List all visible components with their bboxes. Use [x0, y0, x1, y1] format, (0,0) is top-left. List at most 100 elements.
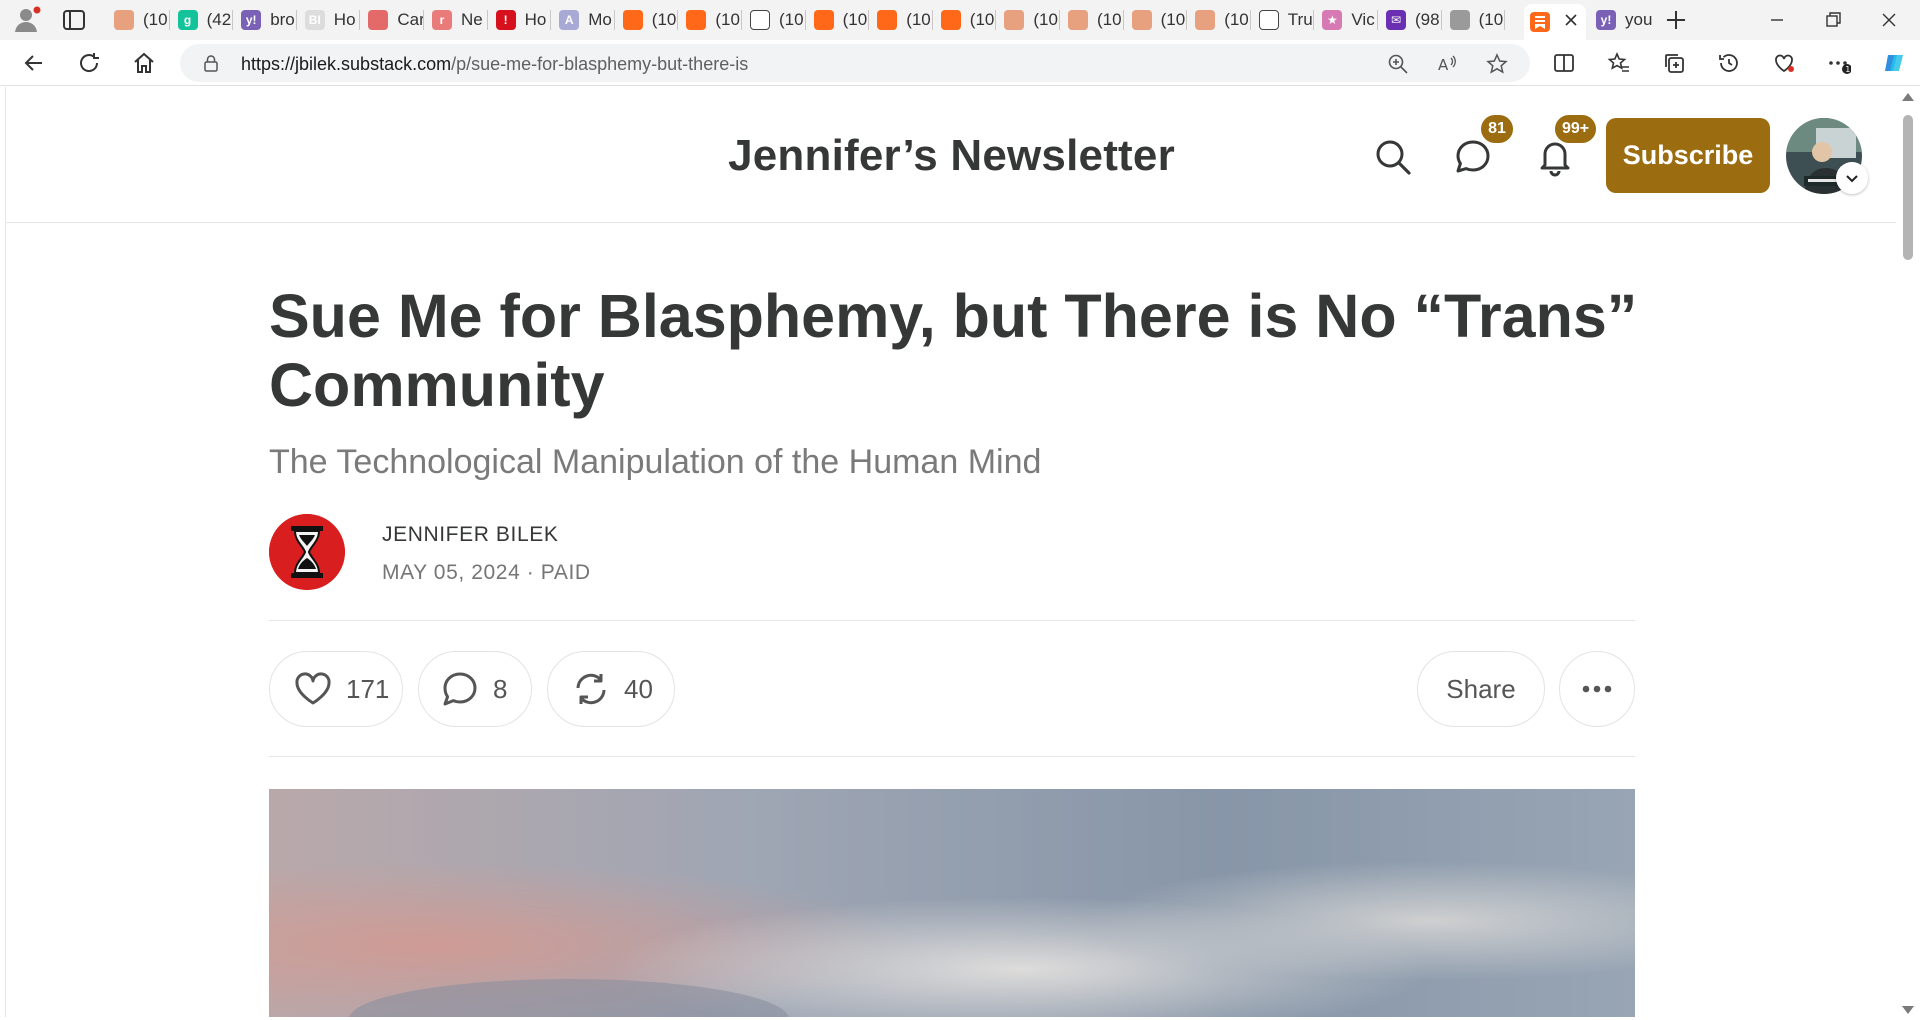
scroll-up-arrow-icon[interactable] [1902, 93, 1914, 101]
browser-tab[interactable]: (10 [1062, 4, 1124, 36]
subscribe-button[interactable]: Subscribe [1606, 118, 1770, 193]
copilot-icon[interactable] [1882, 51, 1906, 75]
svg-text:A: A [1438, 56, 1449, 74]
tab-label: you [1625, 10, 1652, 29]
collections-icon[interactable] [1662, 51, 1686, 75]
tab-separator [613, 10, 615, 30]
refresh-icon[interactable] [77, 51, 101, 75]
tab-active[interactable] [1524, 4, 1586, 40]
share-button[interactable]: Share [1417, 651, 1545, 727]
browser-toolbar: https://jbilek.substack.com/p/sue-me-for… [0, 40, 1920, 86]
read-aloud-icon[interactable]: A [1436, 53, 1458, 75]
address-bar[interactable]: https://jbilek.substack.com/p/sue-me-for… [180, 44, 1530, 82]
favorite-star-icon[interactable] [1486, 53, 1508, 75]
split-screen-icon[interactable] [1552, 51, 1576, 75]
heart-icon [295, 672, 331, 705]
tab-label: Tru [1287, 10, 1313, 29]
more-menu-icon[interactable]: 1 [1827, 51, 1851, 75]
browser-tab[interactable]: (10 [744, 4, 806, 36]
minimize-icon[interactable] [1767, 10, 1787, 30]
divider [269, 756, 1635, 757]
tab-favicon-icon: BI [304, 10, 325, 30]
back-icon[interactable] [22, 51, 46, 75]
profile-icon[interactable] [12, 6, 42, 34]
browser-tab[interactable]: r Ne [426, 4, 488, 36]
browser-tab[interactable]: (10 [1126, 4, 1188, 36]
favorites-icon[interactable] [1607, 51, 1631, 75]
scrollbar-thumb[interactable] [1903, 115, 1913, 260]
divider [269, 620, 1635, 621]
tab-actions-icon[interactable] [62, 9, 86, 31]
tab-favicon-icon [1131, 10, 1152, 30]
scroll-down-arrow-icon[interactable] [1902, 1006, 1914, 1014]
tab-favicon-icon [940, 10, 961, 30]
tab-label: Ne [461, 10, 483, 29]
browser-tab[interactable]: ★ Vic [1316, 4, 1378, 36]
tab-favicon-icon [1068, 10, 1088, 30]
site-header: Jennifer’s Newsletter 81 99+ Subscribe [6, 87, 1896, 223]
page-scrollbar[interactable] [1896, 87, 1920, 1020]
author-name[interactable]: JENNIFER BILEK [382, 523, 558, 547]
tab-favicon-icon [1449, 10, 1470, 30]
tab-label: (42 [206, 10, 232, 29]
browser-tab[interactable]: (10 [617, 4, 679, 36]
tab-label: (10 [906, 10, 931, 29]
tab-label: (10 [715, 10, 740, 29]
tab-separator [804, 10, 806, 30]
browser-tab[interactable]: ! Ho [490, 4, 552, 36]
restack-button[interactable]: 40 [547, 651, 675, 727]
browser-tab[interactable]: (10 [1189, 4, 1251, 36]
post-title: Sue Me for Blasphemy, but There is No “T… [269, 282, 1638, 419]
browser-tab[interactable]: (10 [998, 4, 1060, 36]
close-window-icon[interactable] [1879, 10, 1899, 30]
browser-tab[interactable]: (10 [808, 4, 870, 36]
tab-separator [295, 10, 297, 30]
tab-yahoo[interactable]: y! you [1590, 4, 1652, 36]
browser-tab[interactable]: Tru [1253, 4, 1315, 36]
browser-tab[interactable]: BI Ho [299, 4, 361, 36]
tab-favicon-icon [368, 10, 389, 30]
lock-icon[interactable] [202, 54, 220, 72]
search-icon[interactable] [1373, 137, 1413, 177]
author-avatar[interactable] [269, 514, 345, 590]
history-icon[interactable] [1717, 51, 1741, 75]
tab-separator [168, 10, 170, 30]
tab-separator [232, 10, 234, 30]
browser-tab[interactable]: (10 [935, 4, 997, 36]
tab-label: bro [270, 10, 295, 29]
new-tab-icon[interactable] [1664, 8, 1688, 32]
post-date-and-access: MAY 05, 2024 · PAID [382, 561, 591, 584]
close-tab-icon[interactable] [1564, 13, 1578, 27]
tab-separator [677, 10, 679, 30]
browser-tab[interactable]: ✉ (98 [1380, 4, 1442, 36]
browser-tab[interactable]: (10 [871, 4, 933, 36]
browser-tab[interactable]: (10 [680, 4, 742, 36]
tab-label: (10 [969, 10, 995, 29]
post-subtitle: The Technological Manipulation of the Hu… [269, 443, 1042, 481]
post-hero-image[interactable] [269, 789, 1635, 1017]
tab-separator [550, 10, 552, 30]
browser-tab-strip: (10 g (42 y! bro BI Ho Car r Ne! Ho A Mo (10 (10 (10 (10… [0, 0, 1920, 40]
browser-tab[interactable]: g (42 [172, 4, 234, 36]
chat-badge: 81 [1479, 113, 1515, 145]
browser-tab[interactable]: (10 [108, 4, 170, 36]
tab-label: Car [397, 10, 424, 29]
browser-tab[interactable]: A Mo [553, 4, 615, 36]
comment-button[interactable]: 8 [418, 651, 532, 727]
toolbar-badge-count: 1 [1845, 65, 1850, 74]
zoom-icon[interactable] [1387, 53, 1409, 75]
browser-tab[interactable]: Car [362, 4, 424, 36]
home-icon[interactable] [132, 51, 156, 75]
page-viewport: Jennifer’s Newsletter 81 99+ Subscribe S… [5, 87, 1896, 1017]
like-button[interactable]: 171 [269, 651, 403, 727]
more-options-button[interactable] [1559, 651, 1635, 727]
tab-favicon-icon [1258, 10, 1279, 30]
browser-essentials-icon[interactable] [1772, 51, 1796, 75]
substack-favicon-icon [1530, 12, 1550, 32]
browser-tab[interactable]: y! bro [235, 4, 297, 36]
account-menu-chevron-icon[interactable] [1836, 162, 1868, 194]
browser-tab[interactable]: (10 [1444, 4, 1506, 36]
restore-icon[interactable] [1823, 10, 1843, 30]
tab-separator [1376, 10, 1378, 30]
tab-separator [868, 10, 870, 30]
